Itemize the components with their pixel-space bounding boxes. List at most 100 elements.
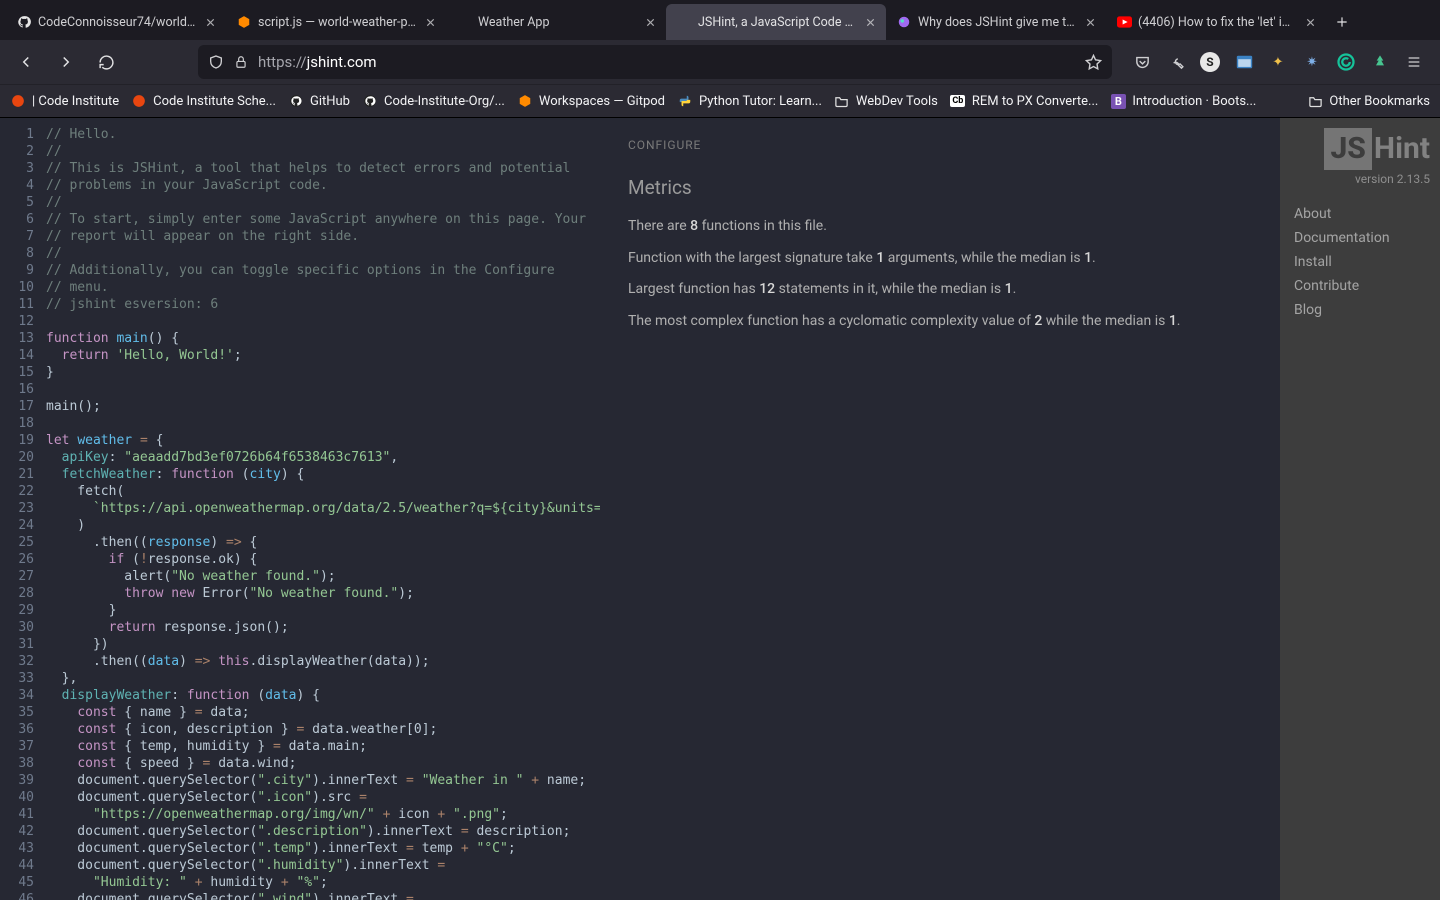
sidebar-nav-link[interactable]: About	[1294, 206, 1426, 222]
line-number: 11	[0, 296, 46, 313]
code-line: 17main();	[0, 398, 600, 415]
metrics-panel: CONFIGURE Metrics There are 8 functions …	[600, 118, 1280, 900]
extension-window-icon[interactable]	[1228, 46, 1260, 78]
bookmark-star-icon[interactable]	[1085, 54, 1102, 71]
line-number: 22	[0, 483, 46, 500]
code-editor[interactable]: 1// Hello.2//3// This is JSHint, a tool …	[0, 118, 600, 900]
reload-button[interactable]	[90, 46, 122, 78]
bookmark-item[interactable]: BIntroduction · Boots...	[1110, 93, 1256, 109]
browser-tab[interactable]: Why does JSHint give me these ı	[886, 4, 1106, 40]
line-number: 41	[0, 806, 46, 823]
code-line: 23 `https://api.openweathermap.org/data/…	[0, 500, 600, 517]
code-line: 8//	[0, 245, 600, 262]
other-bookmarks[interactable]: Other Bookmarks	[1307, 93, 1430, 109]
code-line: 11// jshint esversion: 6	[0, 296, 600, 313]
url-text: https://jshint.com	[258, 53, 1075, 71]
bookmark-icon	[517, 93, 533, 109]
extension-s-icon[interactable]: S	[1194, 46, 1226, 78]
sidebar-nav-link[interactable]: Contribute	[1294, 278, 1426, 294]
bookmark-icon	[10, 93, 26, 109]
code-content: apiKey: "aeaadd7bd3ef0726b64f6538463c761…	[46, 449, 600, 466]
line-number: 39	[0, 772, 46, 789]
line-number: 45	[0, 874, 46, 891]
bookmark-item[interactable]: Workspaces — Gitpod	[517, 93, 665, 109]
code-line: 10// menu.	[0, 279, 600, 296]
code-content: let weather = {	[46, 432, 600, 449]
tab-close-icon[interactable]	[1302, 14, 1318, 30]
tab-close-icon[interactable]	[1082, 14, 1098, 30]
code-content: //	[46, 245, 600, 262]
bookmark-item[interactable]: Code Institute Sche...	[131, 93, 276, 109]
code-content: const { speed } = data.wind;	[46, 755, 600, 772]
tab-close-icon[interactable]	[422, 14, 438, 30]
code-content: `https://api.openweathermap.org/data/2.5…	[46, 500, 600, 517]
url-bar[interactable]: https://jshint.com	[198, 45, 1112, 79]
line-number: 33	[0, 670, 46, 687]
extension-tree-icon[interactable]	[1364, 46, 1396, 78]
code-line: 1// Hello.	[0, 126, 600, 143]
code-line: 32 .then((data) => this.displayWeather(d…	[0, 653, 600, 670]
code-content: const { temp, humidity } = data.main;	[46, 738, 600, 755]
code-content: //	[46, 194, 600, 211]
pocket-icon[interactable]	[1126, 46, 1158, 78]
line-number: 12	[0, 313, 46, 330]
line-number: 29	[0, 602, 46, 619]
code-content: displayWeather: function (data) {	[46, 687, 600, 704]
line-number: 1	[0, 126, 46, 143]
sidebar-nav-link[interactable]: Blog	[1294, 302, 1426, 318]
back-button[interactable]	[10, 46, 42, 78]
code-line: 3// This is JSHint, a tool that helps to…	[0, 160, 600, 177]
sidebar-nav-link[interactable]: Documentation	[1294, 230, 1426, 246]
extension-flame-icon[interactable]: ✦	[1262, 46, 1294, 78]
other-bookmarks-label: Other Bookmarks	[1329, 94, 1430, 109]
browser-tab[interactable]: JSHint, a JavaScript Code Quality To	[666, 4, 886, 40]
code-line: 16	[0, 381, 600, 398]
browser-tab[interactable]: Weather App	[446, 4, 666, 40]
line-number: 38	[0, 755, 46, 772]
bookmark-item[interactable]: | Code Institute	[10, 93, 119, 109]
bookmark-item[interactable]: Python Tutor: Learn...	[677, 93, 822, 109]
bookmark-item[interactable]: WebDev Tools	[834, 93, 938, 109]
forward-button[interactable]	[50, 46, 82, 78]
code-line: 35 const { name } = data;	[0, 704, 600, 721]
favicon-icon	[236, 14, 252, 30]
bookmark-item[interactable]: CbREM to PX Converte...	[950, 93, 1098, 109]
browser-tab[interactable]: script.js — world-weather-p2 —	[226, 4, 446, 40]
tab-close-icon[interactable]	[202, 14, 218, 30]
code-line: 33 },	[0, 670, 600, 687]
favicon-icon	[16, 14, 32, 30]
tab-close-icon[interactable]	[642, 14, 658, 30]
bookmark-item[interactable]: Code-Institute-Org/...	[362, 93, 505, 109]
right-sidebar: JS Hint version 2.13.5 About Documentatio…	[1280, 118, 1440, 900]
code-line: 30 return response.json();	[0, 619, 600, 636]
bookmark-label: | Code Institute	[32, 94, 119, 109]
bookmark-icon	[362, 93, 378, 109]
code-line: 38 const { speed } = data.wind;	[0, 755, 600, 772]
browser-tab[interactable]: CodeConnoisseur74/world-weat	[6, 4, 226, 40]
app-menu-icon[interactable]	[1398, 46, 1430, 78]
code-content: // jshint esversion: 6	[46, 296, 600, 313]
new-tab-button[interactable]	[1326, 4, 1358, 40]
bookmark-item[interactable]: GitHub	[288, 93, 350, 109]
code-content: })	[46, 636, 600, 653]
lock-icon[interactable]	[234, 55, 248, 69]
metrics-functions: There are 8 functions in this file.	[628, 216, 1252, 238]
configure-link[interactable]: CONFIGURE	[628, 136, 1252, 155]
extension-burst-icon[interactable]: ✷	[1296, 46, 1328, 78]
code-line: 36 const { icon, description } = data.we…	[0, 721, 600, 738]
sidebar-nav-link[interactable]: Install	[1294, 254, 1426, 270]
page-content: 1// Hello.2//3// This is JSHint, a tool …	[0, 118, 1440, 900]
bookmark-label: Python Tutor: Learn...	[699, 94, 822, 109]
code-line: 20 apiKey: "aeaadd7bd3ef0726b64f6538463c…	[0, 449, 600, 466]
line-number: 9	[0, 262, 46, 279]
jshint-brand: JS Hint version 2.13.5	[1280, 118, 1440, 188]
line-number: 23	[0, 500, 46, 517]
shield-icon[interactable]	[208, 54, 224, 70]
code-line: 37 const { temp, humidity } = data.main;	[0, 738, 600, 755]
extension-grammarly-icon[interactable]	[1330, 46, 1362, 78]
browser-tab[interactable]: (4406) How to fix the 'let' is avai	[1106, 4, 1326, 40]
tab-close-icon[interactable]	[862, 14, 878, 30]
wrench-icon[interactable]	[1160, 46, 1192, 78]
line-number: 20	[0, 449, 46, 466]
code-content	[46, 381, 600, 398]
